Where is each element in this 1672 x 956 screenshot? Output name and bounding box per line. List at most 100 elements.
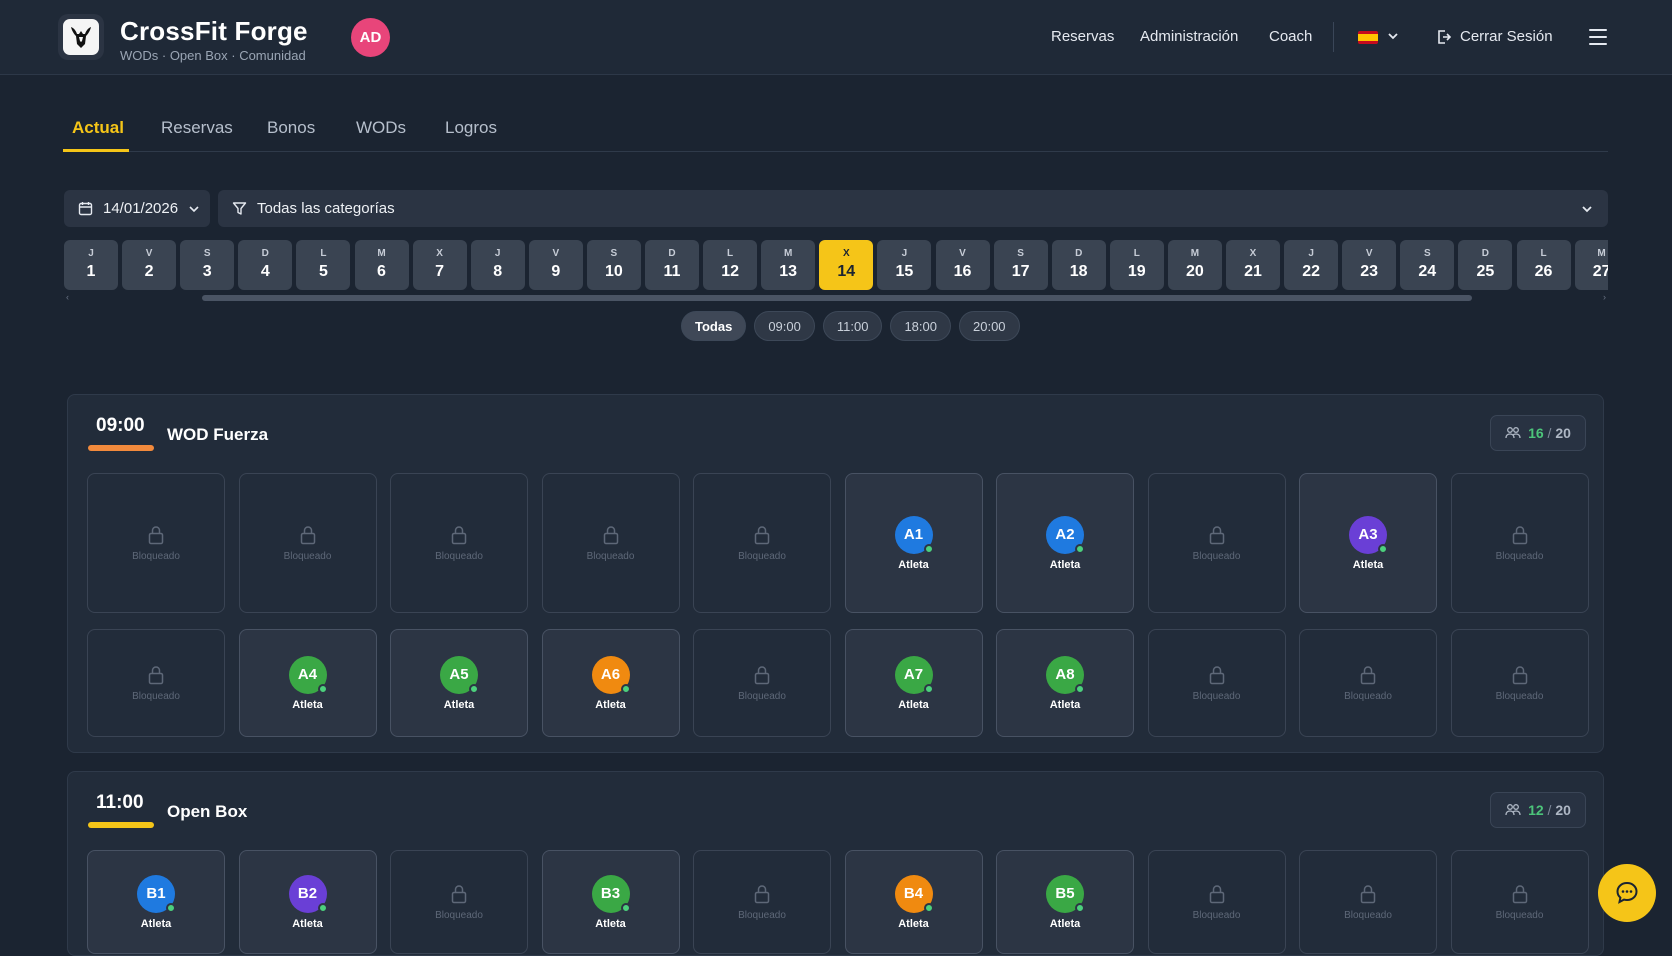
day-23[interactable]: V 23 <box>1342 240 1397 290</box>
day-18[interactable]: D 18 <box>1051 240 1106 290</box>
slot-booked[interactable]: A4 Atleta <box>238 629 377 737</box>
tab-logros[interactable]: Logros <box>445 118 497 138</box>
slot-locked[interactable]: Bloqueado <box>693 850 831 954</box>
slot-booked[interactable]: A3 Atleta <box>1299 473 1437 613</box>
day-number: 18 <box>1069 263 1088 280</box>
slot-booked[interactable]: A7 Atleta <box>844 629 983 737</box>
tab-bonos[interactable]: Bonos <box>267 118 315 138</box>
tab-reservas[interactable]: Reservas <box>161 118 233 138</box>
slot-locked[interactable]: Bloqueado <box>541 473 680 613</box>
slot-locked[interactable]: Bloqueado <box>1450 850 1589 954</box>
slot-booked[interactable]: B1 Atleta <box>87 850 225 954</box>
tab-wods[interactable]: WODs <box>356 118 406 138</box>
day-1[interactable]: J1 <box>64 240 118 290</box>
day-19[interactable]: L 19 <box>1109 240 1164 290</box>
slot-booked[interactable]: B2 Atleta <box>238 850 377 954</box>
slot-locked[interactable]: Bloqueado <box>1450 473 1589 613</box>
nav-reservas[interactable]: Reservas <box>1051 28 1114 45</box>
time-chip-2000[interactable]: 20:00 <box>959 311 1020 341</box>
slot-locked[interactable]: Bloqueado <box>693 629 831 737</box>
time-chip-1100[interactable]: 11:00 <box>822 311 883 341</box>
chevron-down-icon[interactable] <box>1386 29 1400 43</box>
day-12[interactable]: L 12 <box>703 240 758 290</box>
date-picker[interactable]: 14/01/2026 <box>64 190 210 227</box>
slot-booked[interactable]: B4 Atleta <box>844 850 983 954</box>
day-14[interactable]: X 14 <box>819 240 874 290</box>
online-status-dot <box>620 683 631 694</box>
day-16[interactable]: V 16 <box>935 240 990 290</box>
nav-administracion[interactable]: Administración <box>1140 28 1238 45</box>
time-chip-1800[interactable]: 18:00 <box>890 311 951 341</box>
slot-locked[interactable]: Bloqueado <box>1450 629 1589 737</box>
day-22[interactable]: J 22 <box>1284 240 1339 290</box>
logout-button[interactable]: Cerrar Sesión <box>1436 28 1553 45</box>
scroll-right-icon[interactable]: › <box>1603 292 1606 302</box>
athlete-label: Atleta <box>443 698 475 711</box>
time-chip-0900[interactable]: 09:00 <box>754 311 815 341</box>
slot-booked[interactable]: A2 Atleta <box>996 473 1134 613</box>
slot-booked[interactable]: A8 Atleta <box>996 629 1134 737</box>
day-25[interactable]: D 25 <box>1458 240 1513 290</box>
day-21[interactable]: X 21 <box>1226 240 1280 290</box>
lock-icon <box>451 884 467 903</box>
section-tabs: Actual Reservas Bonos WODs Logros <box>63 108 1608 152</box>
slot-booked[interactable]: A5 Atleta <box>390 629 528 737</box>
slot-locked[interactable]: Bloqueado <box>390 473 528 613</box>
hamburger-menu-icon[interactable] <box>1589 29 1607 50</box>
slot-booked[interactable]: A6 Atleta <box>541 629 680 737</box>
day-8[interactable]: J8 <box>470 240 525 290</box>
locked-label: Bloqueado <box>1192 550 1241 562</box>
day-number: 9 <box>551 263 561 280</box>
day-letter: S <box>1017 248 1024 259</box>
slot-locked[interactable]: Bloqueado <box>1299 629 1437 737</box>
time-chip-all[interactable]: Todas <box>681 311 747 341</box>
lock-icon <box>1512 665 1527 684</box>
brand-subtitle: WODs · Open Box · Comunidad <box>120 48 306 63</box>
logo[interactable] <box>58 14 104 60</box>
slot-locked[interactable]: Bloqueado <box>390 850 528 954</box>
day-27[interactable]: M 27 <box>1574 240 1608 290</box>
slot-locked[interactable]: Bloqueado <box>693 473 831 613</box>
day-number: 26 <box>1534 263 1553 280</box>
slot-locked[interactable]: Bloqueado <box>238 473 377 613</box>
slot-booked[interactable]: A1 Atleta <box>844 473 983 613</box>
day-7[interactable]: X7 <box>412 240 467 290</box>
logout-label: Cerrar Sesión <box>1460 28 1553 45</box>
athlete-label: Atleta <box>898 698 929 711</box>
day-number: 1 <box>86 263 96 280</box>
day-20[interactable]: M 20 <box>1167 240 1222 290</box>
spain-flag-icon[interactable] <box>1358 31 1378 44</box>
slot-booked[interactable]: B5 Atleta <box>996 850 1134 954</box>
slot-locked[interactable]: Bloqueado <box>1147 850 1286 954</box>
day-17[interactable]: S 17 <box>993 240 1048 290</box>
day-15[interactable]: J 15 <box>877 240 932 290</box>
nav-coach[interactable]: Coach <box>1269 28 1312 45</box>
day-6[interactable]: M6 <box>354 240 409 290</box>
day-24[interactable]: S 24 <box>1400 240 1455 290</box>
day-9[interactable]: V9 <box>528 240 583 290</box>
slot-locked[interactable]: Bloqueado <box>87 629 225 737</box>
day-2[interactable]: V2 <box>122 240 177 290</box>
day-11[interactable]: D 11 <box>645 240 699 290</box>
slot-locked[interactable]: Bloqueado <box>1147 629 1286 737</box>
slot-booked[interactable]: B3 Atleta <box>541 850 680 954</box>
tab-actual[interactable]: Actual <box>72 118 124 138</box>
chat-button[interactable] <box>1598 864 1656 922</box>
slot-locked[interactable]: Bloqueado <box>1147 473 1286 613</box>
day-10[interactable]: S 10 <box>586 240 641 290</box>
day-26[interactable]: L 26 <box>1516 240 1571 290</box>
chevron-down-icon <box>189 205 199 212</box>
scroll-left-icon[interactable]: ‹ <box>66 292 69 302</box>
day-5[interactable]: L5 <box>296 240 351 290</box>
athlete-avatar: A7 <box>894 655 934 694</box>
day-3[interactable]: S3 <box>180 240 235 290</box>
slot-locked[interactable]: Bloqueado <box>1299 850 1437 954</box>
day-13[interactable]: M 13 <box>761 240 816 290</box>
day-letter: V <box>552 248 560 259</box>
scroll-thumb[interactable] <box>202 295 1472 301</box>
day-strip-scrollbar[interactable]: ‹ › <box>64 292 1608 302</box>
day-4[interactable]: D4 <box>238 240 293 290</box>
category-filter[interactable]: Todas las categorías <box>218 190 1608 227</box>
user-avatar[interactable]: AD <box>351 18 390 57</box>
slot-locked[interactable]: Bloqueado <box>87 473 225 613</box>
